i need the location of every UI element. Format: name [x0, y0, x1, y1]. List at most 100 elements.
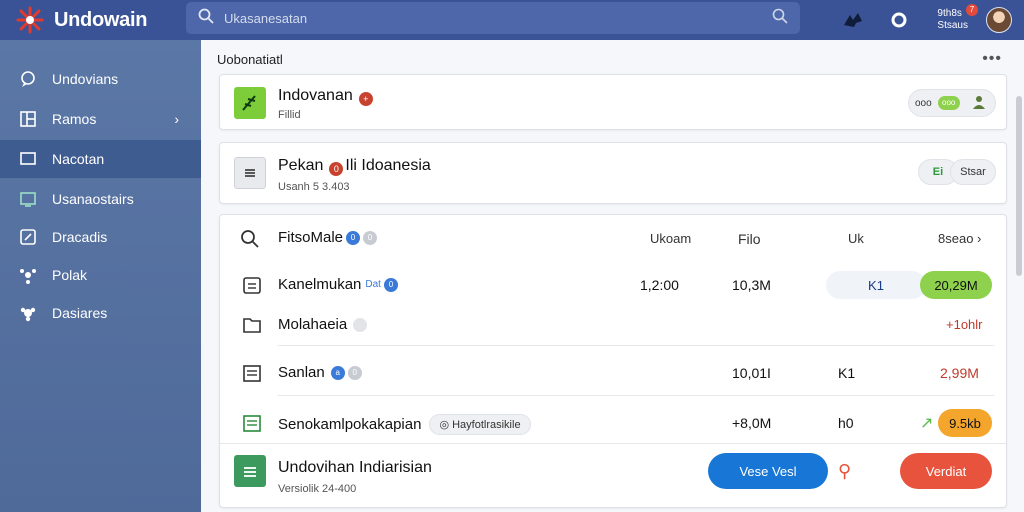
spreadsheet-icon — [234, 455, 266, 487]
danger-button[interactable]: Verdiat — [900, 453, 992, 489]
brand[interactable]: Undowain — [0, 6, 190, 34]
sidebar-item-label: Nacotan — [52, 151, 105, 167]
info-icon: 0 — [347, 365, 362, 380]
user-status[interactable]: 9th8s Stsaus 7 — [937, 4, 978, 32]
info-icon: 0 — [346, 230, 361, 245]
sidebar-item-label: Dasiares — [52, 305, 108, 321]
divider — [220, 443, 1006, 444]
bird-icon[interactable] — [841, 8, 865, 32]
row-name: Kanelmukan Dat 0 — [278, 276, 398, 293]
search-bar[interactable] — [186, 2, 800, 34]
scrollbar[interactable] — [1016, 96, 1022, 276]
row-col2: 10,01I — [732, 365, 771, 381]
footer-title: Undovihan Indiarisian — [278, 459, 432, 476]
row-col4: +1ohlr — [946, 317, 983, 332]
chat-icon — [18, 69, 38, 89]
footer-subtitle: Versiolik 24-400 — [278, 483, 357, 495]
search-submit-icon[interactable] — [772, 8, 788, 29]
column-filo[interactable]: Filo — [738, 231, 761, 247]
primary-button[interactable]: Vese Vesl — [708, 453, 828, 489]
edit-icon — [18, 227, 38, 247]
table-header: FitsoMale 0 0 Ukoam Filo Uk 8seao › — [220, 215, 1008, 261]
monitor-icon — [18, 149, 38, 169]
brand-logo-icon — [16, 6, 44, 34]
sidebar-item-label: Ramos — [52, 111, 97, 127]
row-col4: 2,99M — [940, 365, 979, 381]
row-chip-text: Hayfotlrasikile — [452, 419, 521, 431]
secondary-button-label: Stsar — [960, 166, 986, 178]
divider — [278, 345, 994, 346]
sidebar-item-label: Usanaostairs — [52, 191, 134, 207]
sheet-icon — [240, 411, 264, 435]
data-table: FitsoMale 0 0 Ukoam Filo Uk 8seao › Kane… — [219, 214, 1007, 508]
person-icon[interactable] — [972, 95, 986, 112]
card-title-text: Indovanan — [278, 87, 353, 104]
table-row[interactable]: Senokamlpokakapian ◎ Hayfotlrasikile +8,… — [220, 399, 1008, 445]
item-card-indovanan[interactable]: Indovanan + Fillid ooo ooo — [219, 74, 1007, 130]
leaf-icon — [234, 87, 266, 119]
row-col4-text: 9.5kb — [949, 415, 981, 431]
card-title: Indovanan + — [278, 87, 373, 106]
column-ukoam[interactable]: Ukoam — [650, 231, 691, 246]
row-col4-pill[interactable]: 20,29M — [920, 271, 992, 299]
card-subtitle: Fillid — [278, 109, 301, 121]
row-name-text: Kanelmukan — [278, 276, 362, 293]
sidebar-item-label: Polak — [52, 267, 88, 283]
row-name: Molahaeia — [278, 316, 368, 333]
row-chip[interactable]: ◎ Hayfotlrasikile — [429, 414, 531, 435]
toggle-active[interactable]: ooo — [937, 96, 960, 110]
app-title: Undowain — [54, 8, 148, 31]
column-8seao[interactable]: 8seao › — [938, 231, 981, 246]
notification-badge: 7 — [966, 4, 978, 16]
main-content: Uobonatiatl ••• Indovanan + Fillid ooo oo… — [201, 40, 1024, 512]
divider — [278, 395, 994, 396]
column-name[interactable]: FitsoMale 0 0 — [278, 229, 378, 246]
info-icon: 0 — [363, 230, 378, 245]
table-row[interactable]: Molahaeia +1ohlr — [220, 301, 1008, 347]
toggle-label: ooo — [915, 97, 932, 109]
column-uk[interactable]: Uk — [848, 231, 864, 246]
row-col3: K1 — [838, 365, 856, 381]
sidebar-item-usanaostairs[interactable]: Usanaostairs — [0, 180, 201, 218]
card-subtitle: Usanh 5 3.403 — [278, 181, 350, 193]
avatar[interactable] — [986, 7, 1012, 33]
arrow-up-icon: ↗ — [920, 415, 934, 432]
search-icon[interactable] — [240, 229, 260, 254]
search-icon — [198, 8, 214, 29]
row-name: Sanlan a 0 — [278, 364, 362, 381]
sidebar-item-label: Undovians — [52, 71, 119, 87]
location-pin-icon[interactable]: ⚲ — [838, 461, 851, 482]
toggle-group[interactable]: ooo ooo — [908, 89, 996, 117]
row-name-text: Senokamlpokakapian — [278, 416, 422, 433]
search-input[interactable] — [224, 10, 772, 26]
sidebar-item-undovians[interactable]: Undovians — [0, 60, 201, 98]
row-tag: a — [330, 365, 345, 380]
sidebar-item-dasiares[interactable]: Dasiares — [0, 294, 201, 332]
danger-button-label: Verdiat — [925, 463, 967, 479]
row-col1: 1,2:00 — [640, 277, 679, 293]
sidebar-item-label: Dracadis — [52, 229, 108, 245]
folder-icon — [240, 313, 264, 337]
secondary-button[interactable]: Stsar — [950, 159, 996, 185]
sidebar-item-polak[interactable]: Polak — [0, 256, 201, 294]
row-col4-pill[interactable]: 9.5kb — [938, 409, 992, 437]
row-name: Senokamlpokakapian ◎ Hayfotlrasikile — [278, 414, 531, 435]
alert-icon: 0 — [329, 162, 344, 176]
info-icon: 0 — [383, 277, 398, 292]
table-row[interactable]: Sanlan a 0 10,01I K1 2,99M — [220, 349, 1008, 395]
row-col3: K1 — [826, 271, 926, 299]
item-card-pekan[interactable]: Pekan 0 Ili Idoanesia Usanh 5 3.403 Ei Sts… — [219, 142, 1007, 204]
settings-icon — [18, 303, 38, 323]
chevron-right-icon: › — [174, 111, 179, 127]
sidebar-item-ramos[interactable]: Ramos › — [0, 100, 201, 138]
sidebar-item-nacotan[interactable]: Nacotan — [0, 140, 201, 178]
grid-icon — [18, 109, 38, 129]
puzzle-icon — [18, 265, 38, 285]
status-ring-icon[interactable] — [887, 8, 911, 32]
row-name-text: Sanlan — [278, 364, 325, 381]
more-options-icon[interactable]: ••• — [982, 50, 1002, 68]
sidebar-item-dracadis[interactable]: Dracadis — [0, 218, 201, 256]
card-title-rest: Ili Idoanesia — [345, 157, 431, 174]
alert-icon: + — [358, 92, 373, 106]
row-col2: +8,0M — [732, 415, 772, 431]
